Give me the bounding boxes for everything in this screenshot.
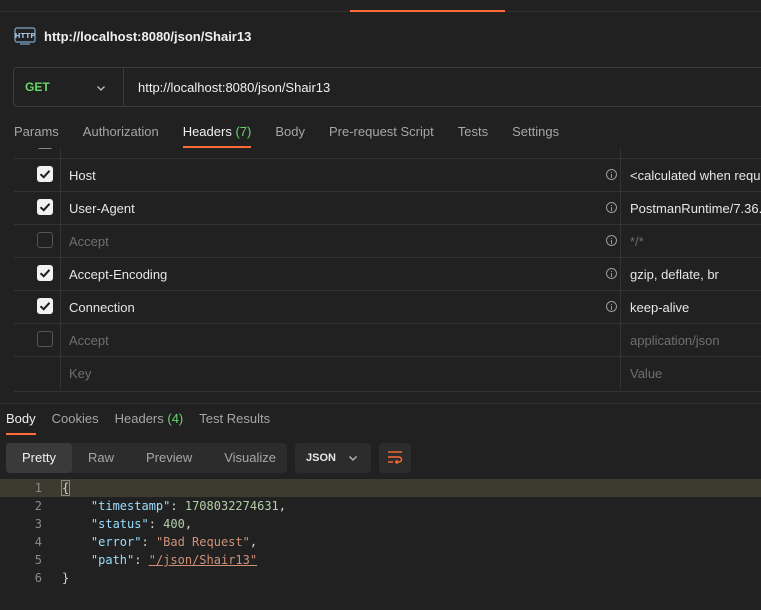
response-divider [0,403,761,404]
table-row [14,148,761,159]
header-value[interactable]: <calculated when requ [630,168,760,183]
line-number: 3 [34,517,42,531]
code-line: 5 "path": "/json/Shair13" [0,551,761,569]
request-tabs: Params Authorization Headers (7) Body Pr… [14,120,583,150]
http-icon: HTTP [14,25,36,47]
json-key: "error" [90,535,142,549]
tab-headers[interactable]: Headers (7) [182,120,252,150]
header-value[interactable]: PostmanRuntime/7.36.3 [630,201,761,216]
svg-text:HTTP: HTTP [15,32,36,40]
method-label: GET [25,80,50,94]
info-icon[interactable] [606,202,617,213]
header-key[interactable]: Host [69,168,96,183]
json-key: "timestamp" [90,499,171,513]
tab-pre-request-script[interactable]: Pre-request Script [329,120,434,150]
code-line: 6 } [0,569,761,587]
table-row: Host <calculated when requ [14,159,761,192]
header-key[interactable]: Accept [69,234,109,249]
json-value: 400 [163,517,185,531]
header-key[interactable]: Connection [69,300,135,315]
info-icon[interactable] [606,268,617,279]
chevron-down-icon [348,451,358,466]
view-pretty-button[interactable]: Pretty [6,443,72,473]
response-tabs: Body Cookies Headers (4) Test Results [6,411,286,437]
table-row-new: Key Value [14,357,761,390]
headers-table: Host <calculated when requ User-Agent Po… [14,148,761,392]
table-row: Accept */* [14,225,761,258]
info-icon[interactable] [606,235,617,246]
view-mode-selector: Pretty Raw Preview Visualize [6,443,287,473]
method-select[interactable]: GET [14,68,124,106]
line-number: 2 [34,499,42,513]
line-number: 4 [34,535,42,549]
request-title[interactable]: http://localhost:8080/json/Shair13 [44,29,251,44]
header-value[interactable]: gzip, deflate, br [630,267,719,282]
table-row: Accept application/json [14,324,761,357]
header-key[interactable]: Accept [69,333,109,348]
info-icon[interactable] [606,301,617,312]
header-checkbox[interactable] [37,232,53,248]
tab-body[interactable]: Body [275,120,305,150]
url-input[interactable]: http://localhost:8080/json/Shair13 [138,80,330,95]
header-checkbox[interactable] [37,166,53,182]
code-line: 2 "timestamp": 1708032274631, [0,497,761,515]
response-body-editor[interactable]: 1 { 2 "timestamp": 1708032274631, 3 "sta… [0,479,761,587]
new-value-input[interactable]: Value [630,366,662,381]
wrap-lines-icon [387,450,403,467]
table-row: Accept-Encoding gzip, deflate, br [14,258,761,291]
table-row: Connection keep-alive [14,291,761,324]
tab-authorization[interactable]: Authorization [83,120,159,150]
table-row: User-Agent PostmanRuntime/7.36.3 [14,192,761,225]
header-checkbox[interactable] [37,199,53,215]
header-value[interactable]: */* [630,234,644,249]
header-value[interactable]: application/json [630,333,720,348]
view-visualize-button[interactable]: Visualize [208,443,292,473]
json-key: "status" [90,517,149,531]
header-checkbox[interactable] [37,148,53,149]
header-checkbox[interactable] [37,298,53,314]
json-key: "path" [90,553,135,567]
view-preview-button[interactable]: Preview [130,443,208,473]
json-link-value[interactable]: "/json/Shair13" [149,553,257,567]
code-line: 3 "status": 400, [0,515,761,533]
line-number: 5 [34,553,42,567]
view-raw-button[interactable]: Raw [72,443,130,473]
active-tab-indicator [350,10,505,12]
code-line: 4 "error": "Bad Request", [0,533,761,551]
wrap-lines-button[interactable] [379,443,411,473]
header-key[interactable]: User-Agent [69,201,135,216]
header-checkbox[interactable] [37,265,53,281]
json-value: "Bad Request" [155,535,250,549]
response-tab-test-results[interactable]: Test Results [199,411,270,437]
chevron-down-icon [96,81,106,96]
response-tab-cookies[interactable]: Cookies [52,411,99,437]
open-brace: { [60,480,71,496]
headers-count: (7) [235,124,252,139]
header-checkbox[interactable] [37,331,53,347]
tab-params[interactable]: Params [14,120,59,150]
url-bar: GET http://localhost:8080/json/Shair13 [13,67,761,107]
close-brace: } [62,571,70,585]
info-icon[interactable] [606,169,617,180]
tab-settings[interactable]: Settings [512,120,559,150]
json-value: 1708032274631 [184,499,279,513]
line-number: 6 [34,571,42,585]
format-label: JSON [306,452,336,464]
response-tab-body[interactable]: Body [6,411,36,437]
header-key[interactable]: Accept-Encoding [69,267,167,282]
format-select[interactable]: JSON [295,443,371,473]
line-number: 1 [34,481,42,495]
request-title-bar: HTTP http://localhost:8080/json/Shair13 [14,24,251,48]
code-line: 1 { [0,479,761,497]
response-tab-headers[interactable]: Headers (4) [115,411,184,437]
new-key-input[interactable]: Key [69,366,91,381]
tab-tests[interactable]: Tests [458,120,488,150]
response-headers-count: (4) [167,411,184,426]
header-value[interactable]: keep-alive [630,300,689,315]
